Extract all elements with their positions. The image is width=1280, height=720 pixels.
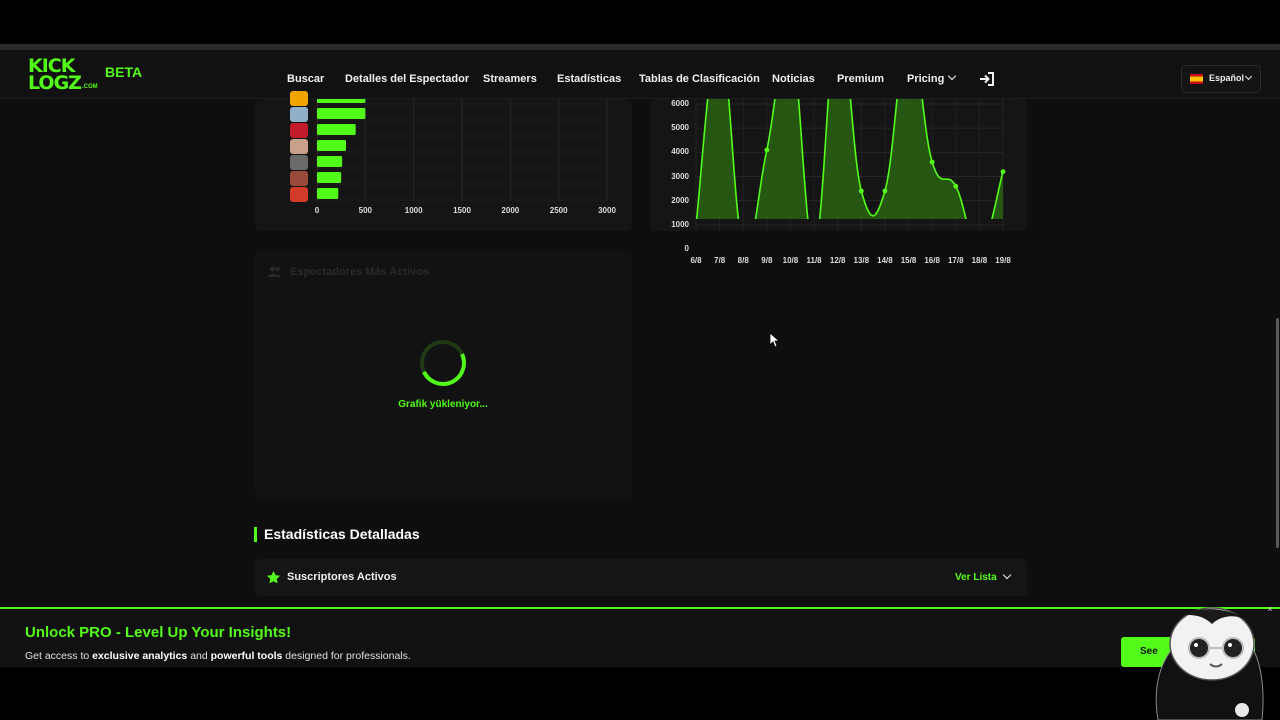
y-tick-label: 0 — [684, 244, 689, 253]
star-icon — [266, 570, 281, 584]
logo-suffix: .COM — [82, 84, 98, 90]
area-fill — [696, 99, 1003, 219]
chevron-down-icon[interactable] — [1002, 570, 1012, 580]
nav-estadisticas[interactable]: Estadísticas — [557, 73, 621, 85]
chatter-avatar — [290, 155, 308, 170]
x-tick-label: 500 — [358, 206, 372, 215]
nav-premium[interactable]: Premium — [837, 73, 884, 85]
y-tick-label: 1000 — [671, 219, 689, 229]
loading-text: Grafik yükleniyor... — [398, 399, 488, 410]
spain-flag-icon — [1190, 74, 1203, 84]
nav-pricing-dropdown[interactable]: Pricing — [907, 71, 957, 85]
data-point — [858, 188, 864, 194]
data-point — [764, 147, 770, 153]
area-line-chart — [695, 99, 1006, 250]
top-chatters-chart-card: 0 500 1000 1500 2000 2500 3000 — [255, 91, 632, 231]
page-scrollbar[interactable] — [1276, 318, 1279, 548]
nav-noticias[interactable]: Noticias — [772, 73, 815, 85]
chatter-avatar — [290, 187, 308, 202]
y-tick-label: 2000 — [671, 195, 689, 205]
data-point — [1000, 169, 1006, 175]
promo-desc-part: Get access to — [25, 650, 93, 662]
nav-buscar[interactable]: Buscar — [287, 73, 324, 85]
promo-desc-bold: exclusive analytics — [92, 650, 188, 662]
y-tick-label: 4000 — [671, 147, 689, 157]
bar-mark — [317, 156, 343, 167]
chevron-down-icon — [1244, 72, 1253, 81]
chatter-avatar — [290, 139, 308, 154]
bar-mark — [317, 92, 366, 103]
y-tick-label: 5000 — [671, 123, 689, 133]
promo-desc-part: designed for professionals. — [282, 650, 411, 662]
bar-mark — [317, 188, 339, 199]
page-viewport: KICK LOGZ .COM BETA Buscar Detalles del … — [0, 50, 1280, 667]
language-selector[interactable]: Español — [1181, 65, 1261, 93]
top-navbar: KICK LOGZ .COM BETA Buscar Detalles del … — [0, 50, 1280, 99]
penguin-mascot-image — [1155, 607, 1264, 720]
x-tick-label: 2000 — [501, 206, 520, 215]
viewers-trend-chart-card: 0 1000 2000 3000 4000 5000 6000 6/8 7/8 8/8 9/8 10/… — [650, 99, 1027, 265]
active-subscribers-row[interactable]: Suscriptores Activos Ver Lista — [255, 559, 1027, 596]
data-point — [929, 159, 935, 165]
x-tick-label: 0 — [314, 206, 320, 215]
active-subscribers-label: Suscriptores Activos — [287, 571, 397, 583]
bar-mark — [317, 124, 356, 135]
users-icon — [268, 266, 281, 277]
most-active-viewers-title: Espectadores Más Activos — [290, 266, 429, 278]
kicklogz-logo[interactable]: KICK LOGZ .COM — [28, 57, 98, 94]
x-tick-label: 2500 — [549, 206, 568, 215]
bar-mark — [317, 108, 366, 119]
data-point — [882, 188, 888, 194]
language-label: Español — [1209, 73, 1245, 83]
chatter-avatar — [290, 171, 308, 186]
bar-mark — [317, 140, 346, 151]
promo-title: Unlock PRO - Level Up Your Insights! — [25, 624, 292, 641]
chatter-avatar — [290, 123, 308, 138]
pro-promo-banner: Unlock PRO - Level Up Your Insights! Get… — [0, 604, 1280, 667]
chatter-avatar — [290, 91, 308, 106]
chevron-down-icon — [948, 71, 957, 81]
promo-description: Get access to exclusive analytics and po… — [25, 650, 411, 662]
chatter-avatar — [290, 107, 308, 122]
data-point — [953, 183, 959, 189]
mouse-cursor-icon — [770, 333, 780, 348]
nav-tablas-clasificacion[interactable]: Tablas de Clasificación — [639, 73, 760, 85]
sign-in-icon[interactable] — [979, 72, 995, 86]
nav-streamers[interactable]: Streamers — [483, 73, 537, 85]
x-tick-label: 1500 — [453, 206, 471, 215]
y-tick-label: 6000 — [671, 99, 689, 108]
promo-desc-part: and — [187, 650, 211, 662]
promo-desc-bold: powerful tools — [210, 650, 283, 662]
nav-pricing-label: Pricing — [907, 73, 945, 85]
section-title-detailed-stats: Estadísticas Detalladas — [254, 527, 420, 542]
x-tick-label: 1000 — [404, 206, 423, 215]
y-tick-label: 3000 — [671, 171, 689, 181]
x-tick-label: 19/8 — [995, 256, 1011, 265]
view-list-link[interactable]: Ver Lista — [955, 572, 997, 583]
x-tick-label: 3000 — [598, 206, 616, 215]
nav-detalles-espectador[interactable]: Detalles del Espectador — [345, 73, 469, 85]
bar-mark — [317, 172, 342, 183]
beta-badge: BETA — [105, 64, 143, 80]
